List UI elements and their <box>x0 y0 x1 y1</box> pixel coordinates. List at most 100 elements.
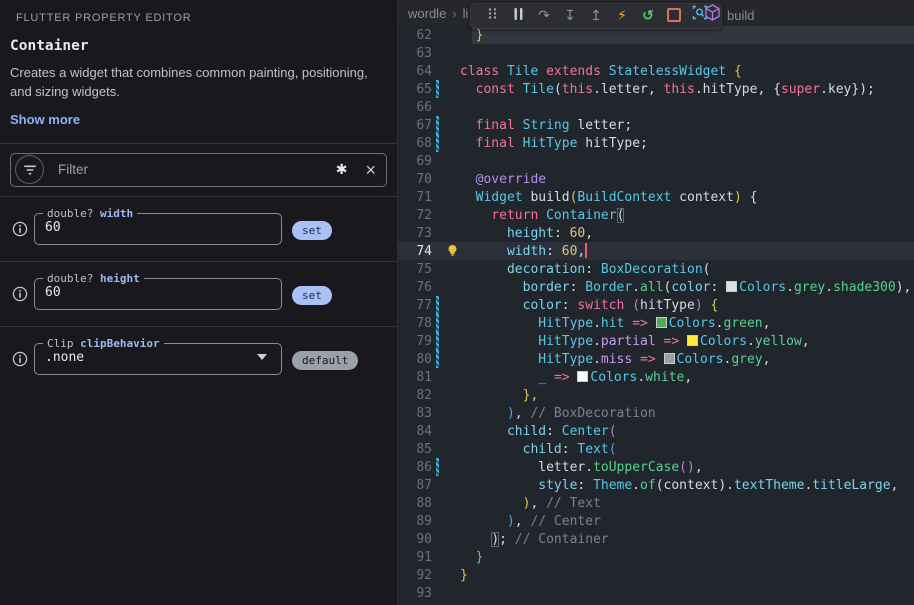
code-line[interactable]: 65 const Tile(this.letter, this.hitType,… <box>398 80 914 98</box>
line-number[interactable]: 93 <box>398 586 432 601</box>
code-line[interactable]: 82 }, <box>398 386 914 404</box>
line-number[interactable]: 75 <box>398 262 432 277</box>
code-line[interactable]: 66 <box>398 98 914 116</box>
code-text: const Tile(this.letter, this.hitType, {s… <box>460 82 875 97</box>
line-number[interactable]: 88 <box>398 496 432 511</box>
step-into-icon[interactable]: ↧ <box>557 5 583 27</box>
gutter-marks <box>432 386 460 404</box>
code-text: Widget build(BuildContext context) { <box>460 190 757 205</box>
flutter-property-editor-panel: FLUTTER PROPERTY EDITOR Container Create… <box>0 0 398 605</box>
code-line[interactable]: 76 border: Border.all(color: Colors.grey… <box>398 278 914 296</box>
line-number[interactable]: 72 <box>398 208 432 223</box>
line-number[interactable]: 67 <box>398 118 432 133</box>
color-swatch-icon <box>726 281 737 292</box>
filter-section: Filter ✱ × <box>0 144 397 197</box>
gutter-marks <box>432 242 460 260</box>
clear-filter-icon[interactable]: × <box>365 161 376 179</box>
code-line[interactable]: 64 class Tile extends StatelessWidget { <box>398 62 914 80</box>
drag-grip-icon[interactable] <box>479 5 505 27</box>
hot-reload-lightning-icon[interactable]: ⚡ <box>609 5 635 27</box>
match-settings-icon[interactable]: ✱ <box>336 161 348 178</box>
line-number[interactable]: 84 <box>398 424 432 439</box>
line-number[interactable]: 76 <box>398 280 432 295</box>
code-line[interactable]: 86 letter.toUpperCase(), <box>398 458 914 476</box>
line-number[interactable]: 74 <box>398 244 432 259</box>
breadcrumb-current[interactable]: li <box>463 6 469 21</box>
code-text: final String letter; <box>460 118 632 133</box>
line-number[interactable]: 66 <box>398 100 432 115</box>
code-line[interactable]: 87 style: Theme.of(context).textTheme.ti… <box>398 476 914 494</box>
line-number[interactable]: 87 <box>398 478 432 493</box>
show-more-link[interactable]: Show more <box>10 112 80 127</box>
line-number[interactable]: 69 <box>398 154 432 169</box>
property-field[interactable]: double? width 60 <box>34 207 282 245</box>
code-line[interactable]: 90 ); // Container <box>398 530 914 548</box>
step-over-icon[interactable]: ↷ <box>531 5 557 27</box>
code-line[interactable]: 75 decoration: BoxDecoration( <box>398 260 914 278</box>
line-number[interactable]: 80 <box>398 352 432 367</box>
code-line[interactable]: 68 final HitType hitType; <box>398 134 914 152</box>
property-value[interactable]: 60 <box>45 285 271 300</box>
line-number[interactable]: 64 <box>398 64 432 79</box>
restart-icon[interactable]: ↺ <box>635 5 661 27</box>
info-icon[interactable] <box>12 221 28 242</box>
line-number[interactable]: 85 <box>398 442 432 457</box>
line-number[interactable]: 78 <box>398 316 432 331</box>
line-number[interactable]: 65 <box>398 82 432 97</box>
pause-icon[interactable] <box>505 5 531 27</box>
line-number[interactable]: 83 <box>398 406 432 421</box>
line-number[interactable]: 77 <box>398 298 432 313</box>
code-line[interactable]: 77 color: switch (hitType) { <box>398 296 914 314</box>
stop-icon[interactable] <box>661 3 687 29</box>
line-number[interactable]: 73 <box>398 226 432 241</box>
line-number[interactable]: 86 <box>398 460 432 475</box>
code-line[interactable]: 93 <box>398 584 914 602</box>
info-icon[interactable] <box>12 351 28 372</box>
line-number[interactable]: 82 <box>398 388 432 403</box>
line-number[interactable]: 70 <box>398 172 432 187</box>
code-line[interactable]: 71 Widget build(BuildContext context) { <box>398 188 914 206</box>
code-line[interactable]: 69 <box>398 152 914 170</box>
property-field[interactable]: double? height 60 <box>34 272 282 310</box>
line-number[interactable]: 79 <box>398 334 432 349</box>
code-line[interactable]: 80 HitType.miss => Colors.grey, <box>398 350 914 368</box>
filter-input[interactable]: Filter ✱ × <box>10 153 387 187</box>
chevron-down-icon[interactable] <box>257 354 267 360</box>
code-line[interactable]: 79 HitType.partial => Colors.yellow, <box>398 332 914 350</box>
code-line[interactable]: 73 height: 60, <box>398 224 914 242</box>
code-line[interactable]: 74 width: 60, <box>398 242 914 260</box>
property-value[interactable]: .none <box>45 350 257 365</box>
line-number[interactable]: 92 <box>398 568 432 583</box>
line-number[interactable]: 62 <box>398 28 432 43</box>
breadcrumb-separator: › <box>452 6 456 21</box>
code-line[interactable]: 84 child: Center( <box>398 422 914 440</box>
breadcrumb-root[interactable]: wordle <box>408 6 446 21</box>
code-line[interactable]: 63 <box>398 44 914 62</box>
info-icon[interactable] <box>12 286 28 307</box>
code-line[interactable]: 91 } <box>398 548 914 566</box>
line-number[interactable]: 90 <box>398 532 432 547</box>
code-area[interactable]: 62 } 63 64 class Tile extends StatelessW… <box>398 26 914 605</box>
code-line[interactable]: 85 child: Text( <box>398 440 914 458</box>
line-number[interactable]: 71 <box>398 190 432 205</box>
property-value[interactable]: 60 <box>45 220 271 235</box>
code-line[interactable]: 89 ), // Center <box>398 512 914 530</box>
code-line[interactable]: 70 @override <box>398 170 914 188</box>
filter-icon[interactable] <box>15 155 44 184</box>
code-line[interactable]: 72 return Container( <box>398 206 914 224</box>
code-line[interactable]: 83 ), // BoxDecoration <box>398 404 914 422</box>
property-field[interactable]: Clip clipBehavior .none <box>34 337 282 375</box>
code-line[interactable]: 81 _ => Colors.white, <box>398 368 914 386</box>
code-line[interactable]: 67 final String letter; <box>398 116 914 134</box>
line-number[interactable]: 68 <box>398 136 432 151</box>
line-number[interactable]: 81 <box>398 370 432 385</box>
code-line[interactable]: 78 HitType.hit => Colors.green, <box>398 314 914 332</box>
code-line[interactable]: 88 ), // Text <box>398 494 914 512</box>
line-number[interactable]: 63 <box>398 46 432 61</box>
step-out-icon[interactable]: ↥ <box>583 5 609 27</box>
gutter-marks <box>432 206 460 224</box>
code-line[interactable]: 92 } <box>398 566 914 584</box>
line-number[interactable]: 89 <box>398 514 432 529</box>
line-number[interactable]: 91 <box>398 550 432 565</box>
property-row: double? width 60 set <box>0 197 397 262</box>
